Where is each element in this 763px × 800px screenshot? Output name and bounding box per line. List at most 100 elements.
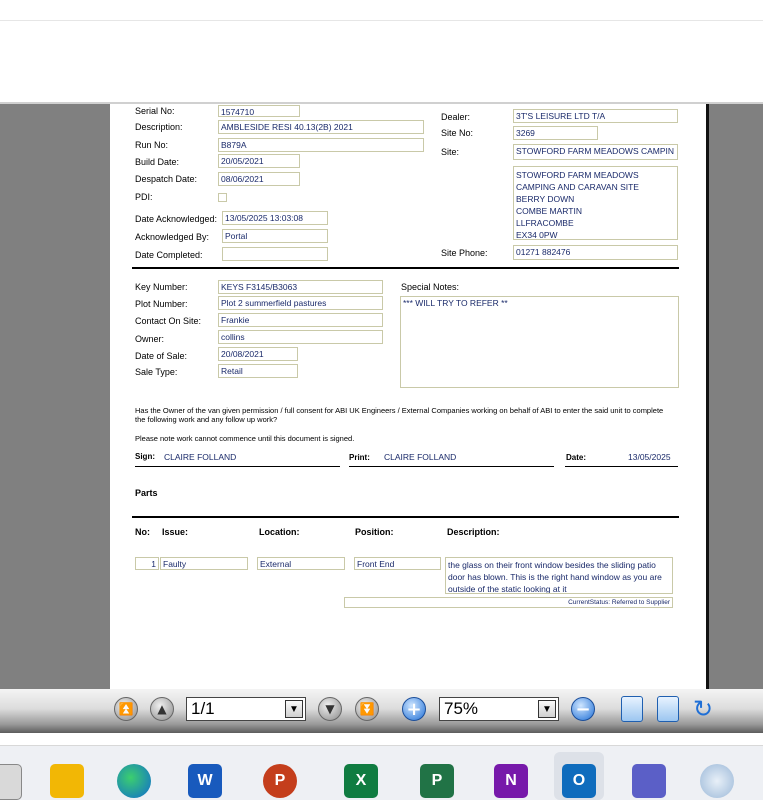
last-page-button[interactable]: ⏬ bbox=[355, 697, 379, 721]
label-site: Site: bbox=[441, 147, 460, 157]
address-line: LLFRACOMBE bbox=[516, 218, 574, 228]
onenote-icon[interactable]: N bbox=[494, 764, 528, 798]
page-number-combo[interactable]: 1/1 ▼ bbox=[186, 697, 306, 721]
first-page-icon: ⏫ bbox=[118, 702, 134, 716]
field-special-notes: *** WILL TRY TO REFER ** bbox=[400, 296, 679, 388]
field-site-no: 3269 bbox=[513, 126, 598, 140]
fit-width-button[interactable] bbox=[621, 696, 643, 722]
label-print: Print: bbox=[349, 453, 370, 462]
note-text: Please note work cannot commence until t… bbox=[135, 434, 355, 443]
col-description: Description: bbox=[447, 527, 500, 537]
pdf-viewer[interactable]: Serial No: 1574710 Description: AMBLESID… bbox=[0, 104, 763, 689]
col-issue: Issue: bbox=[162, 527, 189, 537]
chevron-down-icon: ▼ bbox=[542, 703, 552, 715]
outlook-icon[interactable]: O bbox=[562, 764, 596, 798]
label-key-number: Key Number: bbox=[135, 282, 188, 292]
taskbar: W P X P N O bbox=[0, 745, 763, 800]
zoom-dropdown-button[interactable]: ▼ bbox=[538, 700, 556, 718]
part-position: Front End bbox=[354, 557, 441, 570]
word-letter: W bbox=[197, 772, 213, 789]
date-underline bbox=[565, 466, 678, 467]
field-date-acknowledged: 13/05/2025 13:03:08 bbox=[222, 211, 328, 225]
label-plot-number: Plot Number: bbox=[135, 299, 188, 309]
field-acknowledged-by: Portal bbox=[222, 229, 328, 243]
field-date-of-sale: 20/08/2021 bbox=[218, 347, 298, 361]
field-sale-type: Retail bbox=[218, 364, 298, 378]
chevron-down-icon: ▼ bbox=[289, 703, 299, 715]
viewer-toolbar: ⏫ ▲ 1/1 ▼ ▼ ⏬ + 75% ▼ − ↻ bbox=[0, 689, 763, 733]
toolbar-spacer bbox=[0, 733, 763, 745]
label-sale-type: Sale Type: bbox=[135, 367, 178, 377]
value-date: 13/05/2025 bbox=[628, 452, 671, 462]
zoom-in-button[interactable]: + bbox=[402, 697, 426, 721]
sign-underline bbox=[135, 466, 340, 467]
field-date-completed bbox=[222, 247, 328, 261]
powerpoint-letter: P bbox=[274, 772, 286, 789]
label-build-date: Build Date: bbox=[135, 157, 180, 167]
zoom-out-button[interactable]: − bbox=[571, 697, 595, 721]
label-dealer: Dealer: bbox=[441, 112, 471, 122]
field-plot-number: Plot 2 summerfield pastures bbox=[218, 296, 383, 310]
next-page-button[interactable]: ▼ bbox=[318, 697, 342, 721]
part-no: 1 bbox=[135, 557, 159, 570]
label-site-phone: Site Phone: bbox=[441, 248, 488, 258]
excel-letter: X bbox=[355, 772, 367, 789]
plus-icon: + bbox=[406, 698, 422, 720]
app-icon-partial[interactable] bbox=[0, 764, 22, 800]
value-sign: CLAIRE FOLLAND bbox=[164, 452, 237, 462]
page-edge-shadow bbox=[706, 104, 709, 689]
zoom-combo[interactable]: 75% ▼ bbox=[439, 697, 559, 721]
app-icon-circle[interactable] bbox=[700, 764, 734, 798]
arrow-up-icon: ▲ bbox=[157, 702, 167, 716]
teams-icon[interactable] bbox=[632, 764, 666, 798]
field-serial-no: 1574710 bbox=[218, 105, 300, 117]
first-page-button[interactable]: ⏫ bbox=[114, 697, 138, 721]
consent-text: Has the Owner of the van given permissio… bbox=[135, 406, 664, 424]
field-site: STOWFORD FARM MEADOWS CAMPIN bbox=[513, 144, 678, 160]
checkbox-pdi bbox=[218, 193, 227, 202]
label-date-acknowledged: Date Acknowledged: bbox=[135, 214, 218, 224]
address-line: STOWFORD FARM MEADOWS bbox=[516, 170, 639, 180]
page-number-value: 1/1 bbox=[191, 699, 215, 718]
value-print: CLAIRE FOLLAND bbox=[384, 452, 457, 462]
field-contact-on-site: Frankie bbox=[218, 313, 383, 327]
address-line: COMBE MARTIN bbox=[516, 206, 582, 216]
excel-icon[interactable]: X bbox=[344, 764, 378, 798]
current-status: CurrentStatus: Referred to Supplier bbox=[344, 597, 673, 608]
powerpoint-icon[interactable]: P bbox=[263, 764, 297, 798]
label-acknowledged-by: Acknowledged By: bbox=[135, 232, 210, 242]
app-header-area bbox=[0, 0, 763, 104]
parts-heading: Parts bbox=[135, 488, 158, 498]
label-despatch-date: Despatch Date: bbox=[135, 174, 198, 184]
file-explorer-icon[interactable] bbox=[50, 764, 84, 798]
last-page-icon: ⏬ bbox=[359, 702, 375, 716]
label-contact-on-site: Contact On Site: bbox=[135, 316, 202, 326]
label-description: Description: bbox=[135, 122, 183, 132]
label-run-no: Run No: bbox=[135, 140, 169, 150]
label-site-no: Site No: bbox=[441, 128, 474, 138]
project-icon[interactable]: P bbox=[420, 764, 454, 798]
word-icon[interactable]: W bbox=[188, 764, 222, 798]
col-no: No: bbox=[135, 527, 150, 537]
field-despatch-date: 08/06/2021 bbox=[218, 172, 300, 186]
previous-page-button[interactable]: ▲ bbox=[150, 697, 174, 721]
address-line: EX34 0PW bbox=[516, 230, 558, 240]
label-sign: Sign: bbox=[135, 452, 155, 461]
field-site-address: STOWFORD FARM MEADOWS CAMPING AND CARAVA… bbox=[513, 166, 678, 240]
field-site-phone: 01271 882476 bbox=[513, 245, 678, 260]
label-date-completed: Date Completed: bbox=[135, 250, 203, 260]
section-divider bbox=[132, 267, 679, 269]
edge-browser-icon[interactable] bbox=[117, 764, 151, 798]
rotate-button[interactable]: ↻ bbox=[693, 696, 719, 722]
print-underline bbox=[349, 466, 554, 467]
label-special-notes: Special Notes: bbox=[401, 282, 460, 292]
part-location: External bbox=[257, 557, 345, 570]
fit-page-button[interactable] bbox=[657, 696, 679, 722]
field-key-number: KEYS F3145/B3063 bbox=[218, 280, 383, 294]
page-dropdown-button[interactable]: ▼ bbox=[285, 700, 303, 718]
part-issue: Faulty bbox=[160, 557, 248, 570]
onenote-letter: N bbox=[505, 772, 517, 789]
parts-divider bbox=[132, 516, 679, 518]
label-date: Date: bbox=[566, 453, 587, 462]
minus-icon: − bbox=[575, 698, 591, 720]
